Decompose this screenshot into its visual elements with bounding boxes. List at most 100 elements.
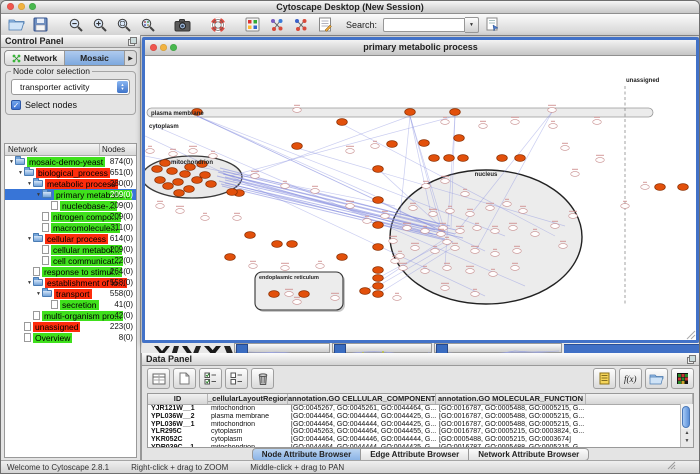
network-minimize-button[interactable] <box>160 44 167 51</box>
select-nodes-checkbox[interactable]: ✓ <box>11 100 21 110</box>
graph-node-selected-category[interactable] <box>299 291 310 298</box>
graph-node-selected-category[interactable] <box>373 275 384 282</box>
graph-node[interactable] <box>486 206 495 211</box>
attribute-browser-icon[interactable] <box>482 16 503 34</box>
graph-node-selected-category[interactable] <box>227 189 238 196</box>
graph-node-selected-category[interactable] <box>192 177 203 184</box>
table-column-header[interactable]: annotation.GO MOLECULAR_FUNCTION <box>436 394 586 404</box>
graph-node[interactable] <box>471 249 480 254</box>
graph-node[interactable] <box>596 158 605 163</box>
graph-node[interactable] <box>593 120 602 125</box>
graph-node-selected-category[interactable] <box>373 267 384 274</box>
delete-attribute-icon[interactable] <box>251 368 274 389</box>
table-column-header[interactable]: _cellularLayoutRegion <box>208 394 288 404</box>
graph-node[interactable] <box>509 226 518 231</box>
graph-node[interactable] <box>519 209 528 214</box>
table-cell[interactable]: [GO:0045267, GO:0045261, GO:0044464, G..… <box>288 405 436 413</box>
graph-node-selected-category[interactable] <box>444 155 455 162</box>
table-cell[interactable]: YJR121W__1 <box>148 405 208 413</box>
graph-node[interactable] <box>471 292 480 297</box>
import-attributes-icon[interactable] <box>645 368 668 389</box>
graph-node-selected-category[interactable] <box>373 197 384 204</box>
tree-item-label[interactable]: secretion <box>60 300 99 310</box>
tree-item-label[interactable]: biological_process <box>36 168 110 178</box>
graph-node[interactable] <box>456 229 465 234</box>
tree-column-network[interactable]: Network <box>5 144 100 155</box>
graph-node[interactable] <box>491 252 500 257</box>
tree-item-label[interactable]: transport <box>54 289 92 299</box>
table-cell[interactable]: [GO:0045263, GO:0044464, GO:0044455, G..… <box>288 428 436 436</box>
minimize-button[interactable] <box>18 3 25 10</box>
network-tree-row[interactable]: ▼metabolic process280(0) <box>5 178 136 189</box>
zoom-in-icon[interactable] <box>89 16 110 34</box>
graph-node[interactable] <box>346 204 355 209</box>
expand-arrow-icon[interactable]: ▼ <box>8 159 15 165</box>
graph-node-selected-category[interactable] <box>200 172 211 179</box>
graph-node[interactable] <box>422 184 431 189</box>
table-row[interactable]: YPL036W__2plasma membrane[GO:0044464, GO… <box>148 413 693 421</box>
graph-node[interactable] <box>531 232 540 237</box>
graph-node[interactable] <box>403 226 412 231</box>
graph-node[interactable] <box>411 246 420 251</box>
network-canvas[interactable]: plasma membranecytoplasmmitochondrionnuc… <box>145 56 696 340</box>
graph-node[interactable] <box>285 292 294 297</box>
tree-item-label[interactable]: metabolic process <box>45 179 118 189</box>
tab-overflow-arrow[interactable]: ▶ <box>125 51 136 65</box>
graph-node[interactable] <box>371 144 380 149</box>
table-cell[interactable]: [GO:0044464, GO:0044444, GO:0044425, G..… <box>288 413 436 421</box>
graph-node[interactable] <box>441 120 450 125</box>
graph-node[interactable] <box>399 266 408 271</box>
network-tree-row[interactable]: ▼cellular process614(0) <box>5 233 136 244</box>
table-cell[interactable]: mitochondrion <box>208 421 288 429</box>
network-tree-row[interactable]: ▼transport558(0) <box>5 288 136 299</box>
graph-node[interactable] <box>548 108 557 113</box>
graph-node-selected-category[interactable] <box>167 168 178 175</box>
attribute-matrix-icon[interactable] <box>671 368 694 389</box>
expand-arrow-icon[interactable]: ▼ <box>17 170 24 176</box>
graph-node-selected-category[interactable] <box>497 155 508 162</box>
tree-item-label[interactable]: Overview <box>33 333 72 343</box>
table-cell[interactable]: [GO:0016787, GO:0005488, GO:0005215, G..… <box>436 421 586 429</box>
network-tree-row[interactable]: cellular metabol...209(0) <box>5 244 136 255</box>
tree-column-nodes[interactable]: Nodes <box>100 144 136 155</box>
resize-grip[interactable] <box>666 460 676 472</box>
graph-node[interactable] <box>363 219 372 224</box>
graph-node-selected-category[interactable] <box>206 181 217 188</box>
network-tree-row[interactable]: macromolecule...311(0) <box>5 222 136 233</box>
table-cell[interactable]: YPL036W__1 <box>148 421 208 429</box>
graph-node[interactable] <box>156 204 165 209</box>
table-row[interactable]: YKR052Ccytoplasm[GO:0044464, GO:0044446,… <box>148 436 693 444</box>
graph-node[interactable] <box>393 296 402 301</box>
graph-node-selected-category[interactable] <box>184 186 195 193</box>
table-cell[interactable]: YKR052C <box>148 436 208 444</box>
graph-node-selected-category[interactable] <box>405 109 416 116</box>
scrollbar-thumb[interactable] <box>682 406 690 428</box>
graph-node-selected-category[interactable] <box>373 283 384 290</box>
graph-node[interactable] <box>641 185 650 190</box>
graph-edge[interactable] <box>218 172 433 234</box>
table-cell[interactable]: [GO:0044464, GO:0044444, GO:0044425, G..… <box>288 421 436 429</box>
graph-node[interactable] <box>409 206 418 211</box>
float-panel-icon[interactable] <box>128 37 137 49</box>
graph-node[interactable] <box>281 184 290 189</box>
graph-node-selected-category[interactable] <box>678 184 689 191</box>
new-attribute-icon[interactable] <box>173 368 196 389</box>
graph-node-selected-category[interactable] <box>450 109 461 116</box>
close-button[interactable] <box>7 3 14 10</box>
graph-node[interactable] <box>421 269 430 274</box>
graph-node-selected-category[interactable] <box>155 177 166 184</box>
table-cell[interactable]: YPL036W__2 <box>148 413 208 421</box>
network-tree-row[interactable]: nucleobase-...209(0) <box>5 200 136 211</box>
zoom-out-icon[interactable] <box>65 16 86 34</box>
graph-node[interactable] <box>176 209 185 214</box>
graph-node[interactable] <box>503 202 512 207</box>
graph-node[interactable] <box>421 229 430 234</box>
table-cell[interactable]: YLR295C <box>148 428 208 436</box>
graph-node[interactable] <box>233 216 242 221</box>
graph-node[interactable] <box>473 226 482 231</box>
graph-node[interactable] <box>189 149 198 154</box>
table-cell[interactable]: [GO:0016787, GO:0005215, GO:0003824, G..… <box>436 428 586 436</box>
network-tree-row[interactable]: ▼biological_process651(0) <box>5 167 136 178</box>
tree-item-label[interactable]: cell communicat... <box>51 256 123 266</box>
tree-item-label[interactable]: macromolecule... <box>51 223 120 233</box>
